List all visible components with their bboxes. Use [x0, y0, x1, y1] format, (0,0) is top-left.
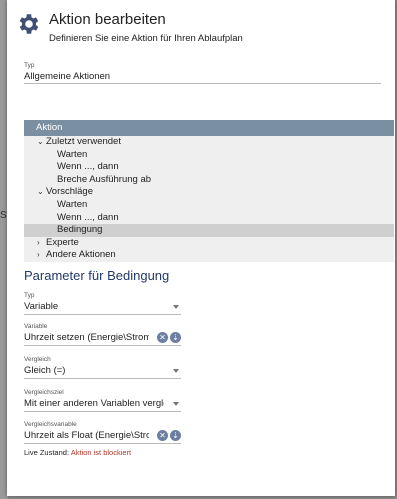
tree-item-label: Zuletzt verwendet [46, 136, 121, 147]
download-icon[interactable]: ⇣ [170, 430, 181, 441]
typ-select-underline [24, 314, 181, 315]
vergleichsziel-select[interactable]: Vergleichsziel Mit einer anderen Variabl… [24, 388, 181, 412]
backdrop-letter: S [0, 210, 7, 221]
typ-select-label: Typ [24, 292, 35, 299]
edit-action-dialog: Aktion bearbeiten Definieren Sie eine Ak… [7, 0, 395, 496]
vergleichsvariable-select[interactable]: Vergleichsvariable Uhrzeit als Float (En… [24, 420, 181, 444]
live-status: Live Zustand: Aktion ist blockiert [24, 448, 131, 457]
live-status-label: Live Zustand: [24, 448, 70, 457]
tree-item-label: Experte [46, 236, 79, 248]
tree-item-condition[interactable]: Bedingung [24, 224, 394, 237]
variable-underline [24, 345, 181, 346]
vergleichsvariable-underline [24, 443, 181, 444]
tree-item-recent-if-then[interactable]: Wenn ..., dann [24, 161, 394, 174]
chevron-right-icon: › [37, 237, 40, 247]
tree-group-recent[interactable]: ⌄ Zuletzt verwendet [24, 136, 394, 149]
typ-value: Allgemeine Aktionen [24, 71, 111, 82]
clear-icon[interactable]: ✕ [157, 430, 168, 441]
tree-item-label: Breche Ausführung ab [57, 173, 152, 185]
dropdown-arrow-icon [173, 369, 179, 373]
vergleich-label: Vergleich [24, 356, 51, 363]
dropdown-arrow-icon [173, 402, 179, 406]
dialog-subtitle: Definieren Sie eine Aktion für Ihren Abl… [49, 33, 243, 44]
vergleich-underline [24, 378, 181, 379]
clear-icon[interactable]: ✕ [157, 332, 168, 343]
action-tree-body: ⌄ Zuletzt verwendet Warten Wenn ..., dan… [24, 136, 394, 262]
variable-label: Variable [24, 323, 48, 330]
action-tree: Aktion ⌄ Zuletzt verwendet Warten Wenn .… [24, 120, 394, 262]
tree-item-label: Vorschläge [46, 186, 94, 198]
tree-item-label: Warten [57, 198, 88, 210]
tree-item-label: Warten [57, 148, 88, 160]
download-icon[interactable]: ⇣ [170, 332, 181, 343]
tree-item-recent-abort[interactable]: Breche Ausführung ab [24, 174, 394, 187]
chevron-down-icon: ⌄ [37, 137, 44, 146]
vergleichsziel-label: Vergleichsziel [24, 389, 64, 396]
typ-underline [24, 83, 381, 84]
live-status-value: Aktion ist blockiert [70, 448, 132, 457]
parameters-title: Parameter für Bedingung [24, 268, 170, 283]
gear-icon [19, 14, 39, 34]
dialog-header: Aktion bearbeiten Definieren Sie eine Ak… [7, 0, 395, 54]
tree-group-expert[interactable]: › Experte [24, 237, 394, 250]
vergleich-select[interactable]: Vergleich Gleich (=) [24, 355, 181, 379]
tree-item-label: Wenn ..., dann [57, 211, 119, 223]
variable-value: Uhrzeit setzen (Energie\Strompreise [24, 332, 149, 343]
tree-item-suggest-wait[interactable]: Warten [24, 199, 394, 212]
tree-item-label: Wenn ..., dann [57, 161, 119, 173]
typ-label: Typ [24, 62, 35, 69]
action-tree-header: Aktion [24, 120, 394, 136]
typ-field[interactable]: Typ Allgemeine Aktionen [24, 61, 381, 84]
tree-item-suggest-if-then[interactable]: Wenn ..., dann [24, 212, 394, 225]
variable-select[interactable]: Variable Uhrzeit setzen (Energie\Strompr… [24, 322, 181, 346]
tree-item-recent-wait[interactable]: Warten [24, 149, 394, 162]
vergleichsvariable-label: Vergleichsvariable [24, 421, 77, 428]
typ-select[interactable]: Typ Variable [24, 291, 181, 315]
dropdown-arrow-icon [173, 305, 179, 309]
chevron-right-icon: › [37, 250, 40, 260]
chevron-down-icon: ⌄ [37, 187, 44, 197]
tree-item-label: Andere Aktionen [46, 249, 116, 261]
typ-select-value: Variable [24, 301, 59, 312]
dialog-title: Aktion bearbeiten [49, 11, 166, 28]
vergleich-value: Gleich (=) [24, 365, 66, 376]
vergleichsvariable-value: Uhrzeit als Float (Energie\Strompreise [24, 430, 149, 441]
vergleichsziel-underline [24, 411, 181, 412]
vergleichsziel-value: Mit einer anderen Variablen vergleichen [24, 398, 164, 409]
tree-group-other-actions[interactable]: › Andere Aktionen [24, 249, 394, 262]
tree-item-label: Bedingung [57, 224, 103, 236]
tree-group-suggestions[interactable]: ⌄ Vorschläge [24, 186, 394, 199]
